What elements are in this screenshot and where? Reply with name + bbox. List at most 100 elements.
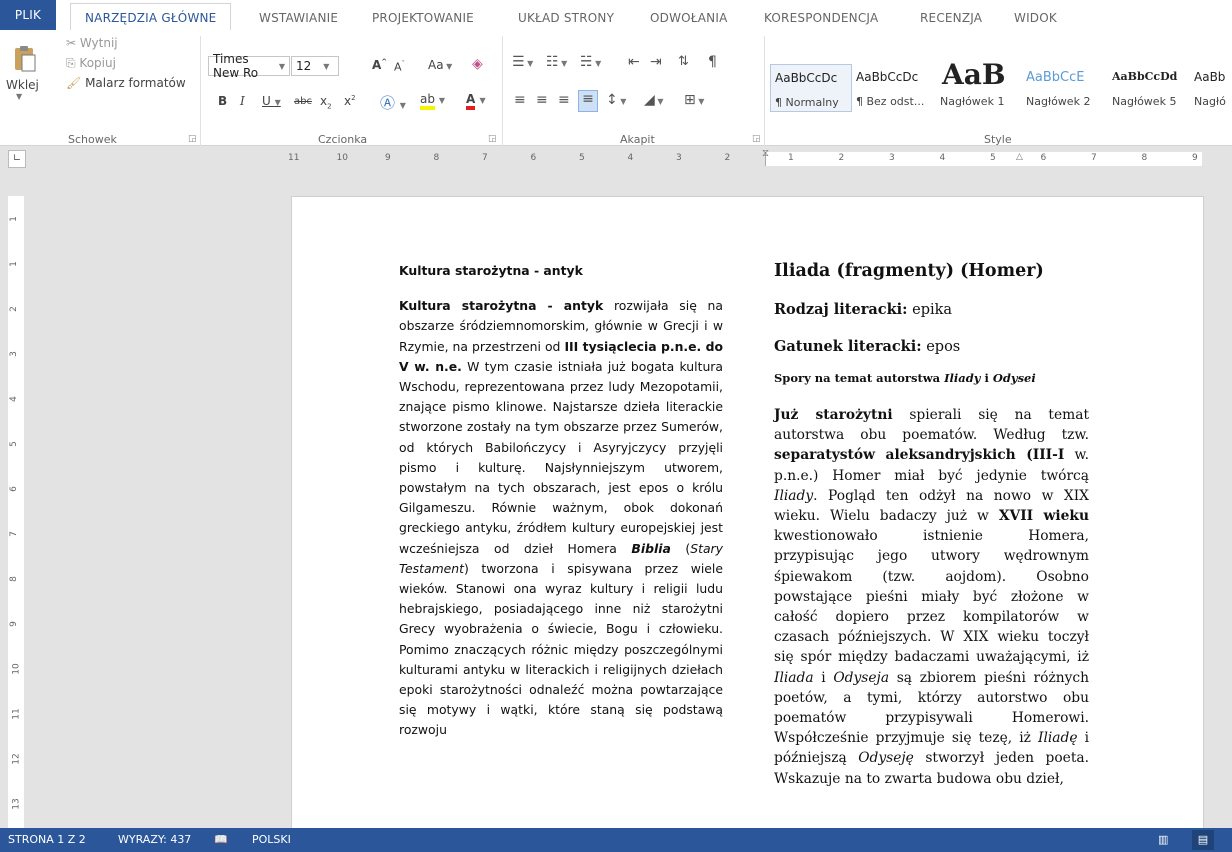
font-group-label: Czcionka — [318, 133, 368, 146]
align-right-icon[interactable]: ≡ — [558, 92, 570, 108]
vruler-number: 7 — [8, 531, 19, 537]
page-count[interactable]: STRONA 1 Z 2 — [8, 833, 86, 846]
ruler-number: 6 — [530, 153, 537, 163]
ruler-number: 3 — [889, 153, 895, 163]
ruler-number: 8 — [1141, 153, 1148, 163]
pilcrow-icon[interactable]: ¶ — [708, 54, 717, 70]
strikethrough-icon[interactable]: abc — [294, 96, 312, 107]
style-name: Nagłówek 1 — [940, 95, 1005, 108]
clear-format-icon[interactable]: ◈ — [472, 56, 483, 72]
tab-review[interactable]: RECENZJA — [920, 11, 982, 25]
text-run: separatystów aleksandryjskich (III-I — [774, 447, 1065, 464]
vruler-number: 5 — [8, 441, 19, 447]
vruler-number: 1 — [8, 216, 19, 222]
left-heading: Kultura starożytna - antyk — [399, 263, 583, 278]
ruler-number: 6 — [1040, 153, 1047, 163]
style-heading-5[interactable]: AaBbCcDd Nagłówek 5 — [1108, 64, 1188, 110]
copy-button[interactable]: ⎘ Kopiuj — [66, 56, 116, 71]
tab-file[interactable]: PLIK — [0, 0, 56, 30]
line-spacing-icon[interactable]: ↕ ▼ — [606, 92, 626, 108]
text-effects-icon[interactable]: Ⓐ ▼ — [380, 92, 406, 113]
justify-icon[interactable]: ≡ — [578, 90, 598, 112]
paste-icon[interactable] — [12, 44, 38, 74]
style-heading-next[interactable]: AaBb Nagłó — [1190, 64, 1232, 110]
font-color-icon[interactable]: A ▼ — [466, 92, 486, 110]
right-indent-marker-icon[interactable]: △ — [1016, 152, 1023, 162]
style-no-spacing[interactable]: AaBbCcDc ¶ Bez odst... — [852, 64, 934, 110]
ruler-number: 2 — [724, 153, 731, 163]
vertical-ruler[interactable]: 1 1 2 3 4 5 6 7 8 9 10 11 12 13 — [8, 196, 24, 828]
style-sample: AaBb — [1194, 70, 1226, 84]
ruler-number: 8 — [433, 153, 440, 163]
ruler-number: 11 — [288, 153, 300, 163]
change-case-button[interactable]: Aa ▼ — [428, 58, 452, 72]
tab-view[interactable]: WIDOK — [1014, 11, 1057, 25]
underline-icon[interactable]: U ▼ — [262, 94, 281, 108]
font-name-combo[interactable]: Times New Ro ▼ — [208, 52, 290, 80]
style-sample: AaB — [942, 58, 1006, 91]
language-indicator[interactable]: POLSKI — [252, 833, 291, 846]
indent-marker-icon[interactable]: ⧖ — [762, 148, 769, 159]
vruler-number: 1 — [8, 261, 19, 267]
tab-insert[interactable]: WSTAWIANIE — [259, 11, 338, 25]
align-center-icon[interactable]: ≡ — [536, 92, 548, 108]
style-normal[interactable]: AaBbCcDc ¶ Normalny — [770, 64, 852, 112]
shrink-font-icon[interactable]: Aˇ — [394, 60, 405, 74]
ruler-left-margin — [291, 152, 766, 166]
text-run: ) tworzona i spisywana przez wiele wiekó… — [399, 560, 723, 738]
text-run: XVII wieku — [998, 508, 1089, 525]
proofing-icon[interactable]: 📖 — [214, 833, 228, 846]
tab-references[interactable]: ODWOŁANIA — [650, 11, 727, 25]
print-layout-icon[interactable]: ▤ — [1192, 830, 1214, 850]
bold-icon[interactable]: B — [218, 94, 227, 108]
italic-icon[interactable]: I — [240, 94, 245, 108]
style-heading-1[interactable]: AaB Nagłówek 1 — [936, 58, 1020, 110]
ruler-number: 7 — [482, 153, 488, 163]
clipboard-launcher-icon[interactable]: ◲ — [188, 134, 197, 144]
right-column: Iliada (fragmenty) (Homer) Rodzaj litera… — [774, 261, 1089, 789]
paste-dropdown[interactable]: ▼ — [16, 92, 22, 101]
vruler-number: 2 — [8, 306, 19, 312]
text-run: Iliady — [774, 487, 814, 504]
tab-layout[interactable]: UKŁAD STRONY — [518, 11, 614, 25]
group-divider — [502, 36, 503, 148]
ruler-number: 7 — [1091, 153, 1097, 163]
font-size-combo[interactable]: 12 ▼ — [291, 56, 339, 76]
bullets-icon[interactable]: ☰ ▼ — [512, 54, 533, 70]
tab-home[interactable]: NARZĘDZIA GŁÓWNE — [70, 3, 232, 31]
copy-label: Kopiuj — [79, 56, 116, 70]
tab-mailings[interactable]: KORESPONDENCJA — [764, 11, 878, 25]
align-left-icon[interactable]: ≡ — [514, 92, 526, 108]
tab-design[interactable]: PROJEKTOWANIE — [372, 11, 474, 25]
document-page[interactable]: Kultura starożytna - antyk Kultura staro… — [291, 196, 1204, 838]
vruler-number: 13 — [11, 798, 22, 810]
sort-icon[interactable]: ⇅ — [678, 54, 689, 69]
increase-indent-icon[interactable]: ⇥ — [650, 54, 662, 70]
word-count[interactable]: WYRAZY: 437 — [118, 833, 191, 846]
left-paragraph: Kultura starożytna - antyk rozwijała się… — [399, 296, 723, 740]
style-heading-2[interactable]: AaBbCcE Nagłówek 2 — [1022, 64, 1106, 110]
text-run: Biblia — [631, 540, 671, 556]
borders-icon[interactable]: ⊞ ▼ — [684, 92, 704, 108]
text-run: Iliada — [774, 669, 814, 686]
text-run: Iliadę — [1038, 730, 1078, 747]
superscript-icon[interactable]: x2 — [344, 94, 356, 108]
grow-font-icon[interactable]: A^ — [372, 58, 387, 72]
format-painter-button[interactable]: 🖌 Malarz formatów — [66, 76, 186, 90]
numbering-icon[interactable]: ☷ ▼ — [546, 54, 567, 70]
horizontal-ruler[interactable]: ∟ 11 10 9 8 7 6 5 4 3 2 1 2 3 4 5 6 7 8 9 ⧖ △ — [0, 146, 1232, 172]
text-run: Odyseja — [833, 669, 890, 686]
group-divider — [764, 36, 765, 148]
read-mode-icon[interactable]: ▥ — [1158, 833, 1168, 846]
font-launcher-icon[interactable]: ◲ — [488, 134, 497, 144]
paste-button[interactable]: Wklej — [6, 78, 39, 92]
multilevel-list-icon[interactable]: ☵ ▼ — [580, 54, 601, 70]
cut-button[interactable]: ✂ Wytnij — [66, 36, 118, 50]
decrease-indent-icon[interactable]: ⇤ — [628, 54, 640, 70]
shading-icon[interactable]: ◢ ▼ — [644, 92, 663, 108]
paragraph-launcher-icon[interactable]: ◲ — [752, 134, 761, 144]
subscript-icon[interactable]: x2 — [320, 94, 332, 110]
text-run: Iliady — [944, 371, 981, 385]
tab-selector-icon[interactable]: ∟ — [8, 150, 26, 168]
highlight-icon[interactable]: ab ▼ — [420, 92, 445, 110]
